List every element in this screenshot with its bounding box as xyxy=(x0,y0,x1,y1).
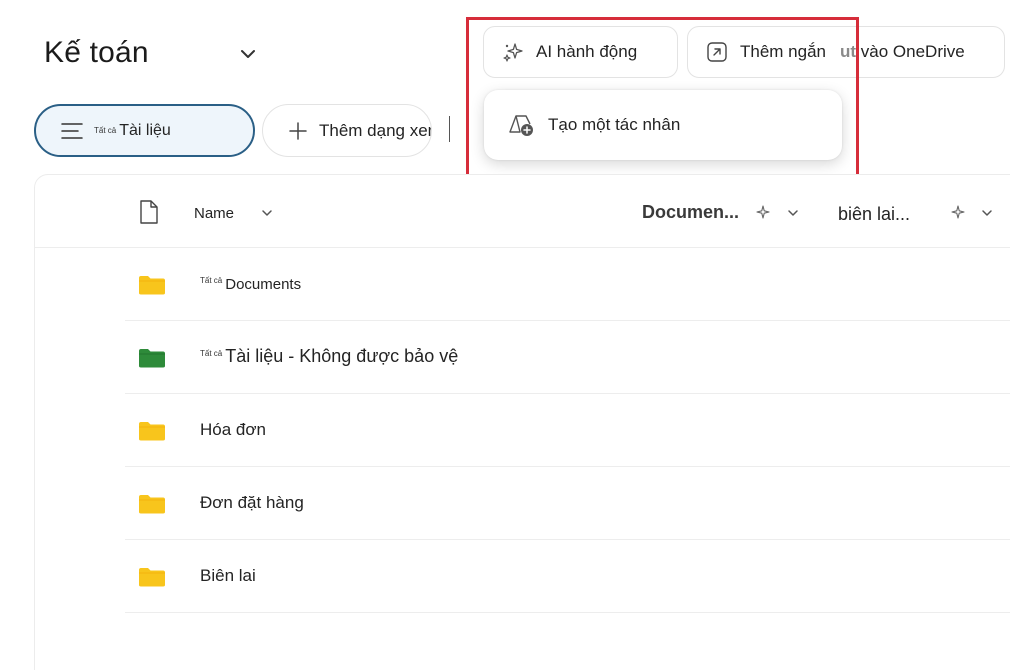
folder-icon xyxy=(139,276,165,295)
folder-icon xyxy=(139,568,165,587)
text-cursor xyxy=(449,116,450,142)
chevron-down-icon[interactable] xyxy=(787,207,799,219)
table-row[interactable]: Hóa đơn xyxy=(125,394,1010,467)
row-name[interactable]: Tất cả Tài liệu - Không được bảo vệ xyxy=(200,346,458,367)
view-prefix: Tất cả xyxy=(94,126,117,135)
table-row[interactable]: Tất cả Tài liệu - Không được bảo vệ xyxy=(125,321,1010,394)
sparkle-icon xyxy=(503,43,523,62)
ai-actions-menu: Tạo một tác nhân xyxy=(484,90,842,160)
row-name[interactable]: Biên lai xyxy=(200,566,256,586)
sparkle-icon xyxy=(951,205,965,219)
row-name[interactable]: Hóa đơn xyxy=(200,420,266,440)
column-header-receipts[interactable]: biên lai... xyxy=(838,204,910,225)
row-name[interactable]: Tất cả Documents xyxy=(200,276,301,293)
page-title: Kế toán xyxy=(44,36,149,69)
column-header-documents[interactable]: Documen... xyxy=(642,202,739,223)
table-row[interactable]: Tất cả Documents xyxy=(125,248,1010,321)
hamburger-icon xyxy=(61,122,83,139)
row-name[interactable]: Đơn đặt hàng xyxy=(200,493,304,513)
folder-icon xyxy=(139,495,165,514)
file-list: Name Documen... biên lai... Tất cả Docume… xyxy=(34,174,1010,670)
folder-icon xyxy=(139,422,165,441)
chevron-down-icon[interactable] xyxy=(981,207,993,219)
file-icon xyxy=(140,200,158,224)
view-selector-pill[interactable]: Tất cả Tài liệu xyxy=(34,104,255,157)
table-row[interactable]: Đơn đặt hàng xyxy=(125,467,1010,540)
column-header-name[interactable]: Name xyxy=(194,205,234,222)
chevron-down-icon[interactable] xyxy=(261,207,273,219)
table-row[interactable]: Biên lai xyxy=(125,540,1010,613)
add-shortcut-button[interactable]: Thêm ngắn ut vào OneDrive xyxy=(687,26,1005,78)
add-shortcut-label: Thêm ngắn ut vào OneDrive xyxy=(740,42,965,61)
add-view-label: Thêm dạng xem xyxy=(319,120,432,140)
add-view-button[interactable]: Thêm dạng xem xyxy=(262,104,432,157)
ai-actions-label: AI hành động xyxy=(536,42,638,61)
table-header: Name Documen... biên lai... xyxy=(35,175,1010,248)
chevron-down-icon[interactable] xyxy=(238,44,258,64)
create-agent-icon xyxy=(509,115,533,136)
create-agent-menu-item[interactable]: Tạo một tác nhân xyxy=(548,115,680,135)
view-label: Tài liệu xyxy=(119,121,171,139)
plus-icon xyxy=(289,121,307,140)
ai-actions-button[interactable]: AI hành động xyxy=(483,26,678,78)
folder-icon xyxy=(139,349,165,368)
arrow-up-right-icon xyxy=(707,42,727,62)
sparkle-icon xyxy=(756,205,770,219)
